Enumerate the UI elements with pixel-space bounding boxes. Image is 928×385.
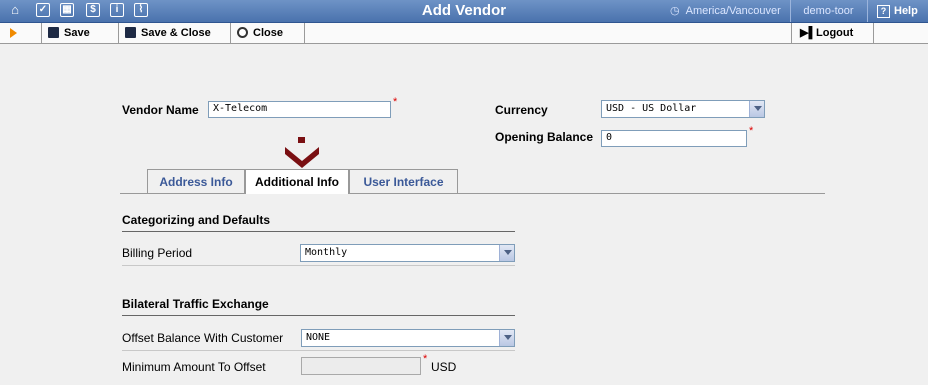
home-icon[interactable]: ⌂	[8, 3, 22, 17]
opening-balance-input[interactable]: 0	[601, 130, 747, 147]
close-button[interactable]: Close	[231, 23, 305, 43]
toolbar: Save Save & Close Close ▶▌ Logout	[0, 23, 928, 44]
help-link[interactable]: ? Help	[877, 0, 928, 22]
section-divider	[122, 231, 515, 232]
billing-period-select[interactable]: Monthly	[300, 244, 515, 262]
logout-icon: ▶▌	[800, 27, 817, 39]
info-icon[interactable]: i	[110, 3, 124, 17]
logout-button[interactable]: ▶▌ Logout	[791, 23, 874, 43]
vendor-name-label: Vendor Name	[122, 103, 199, 117]
min-amount-label: Minimum Amount To Offset	[122, 360, 266, 374]
tab-address-info[interactable]: Address Info	[147, 169, 245, 193]
header-bar: ⌂ ✓ ▦ $ i ⌇ Add Vendor ◷ America/Vancouve…	[0, 0, 928, 23]
user-link[interactable]: demo-toor	[790, 0, 868, 22]
save-button[interactable]: Save	[42, 23, 119, 43]
chevron-down-icon	[749, 101, 764, 117]
min-amount-input[interactable]	[301, 357, 421, 375]
close-icon	[237, 27, 248, 38]
currency-label: Currency	[495, 103, 548, 117]
grid-icon[interactable]: ▦	[60, 3, 74, 17]
section-title-bilateral: Bilateral Traffic Exchange	[122, 297, 269, 311]
play-icon	[10, 28, 17, 38]
floppy-close-icon	[125, 27, 136, 38]
dollar-icon[interactable]: $	[86, 3, 100, 17]
row-divider	[122, 265, 515, 266]
section-divider	[122, 315, 515, 316]
offset-balance-label: Offset Balance With Customer	[122, 331, 284, 345]
help-icon: ?	[877, 5, 890, 18]
tab-additional-info[interactable]: Additional Info	[245, 169, 349, 194]
clock-icon: ◷	[670, 5, 680, 17]
vendor-name-required: *	[393, 96, 398, 108]
opening-balance-required: *	[749, 125, 754, 137]
offset-balance-select[interactable]: NONE	[301, 329, 515, 347]
currency-select[interactable]: USD - US Dollar	[601, 100, 765, 118]
billing-period-label: Billing Period	[122, 246, 193, 260]
timezone-link[interactable]: ◷ America/Vancouver	[650, 0, 791, 22]
tab-user-interface[interactable]: User Interface	[349, 169, 458, 193]
save-close-button[interactable]: Save & Close	[119, 23, 231, 43]
arrow-down-icon	[283, 137, 321, 171]
opening-balance-label: Opening Balance	[495, 130, 594, 144]
floppy-icon	[48, 27, 59, 38]
checklist-icon[interactable]: ✓	[36, 3, 50, 17]
min-amount-unit: USD	[431, 360, 457, 374]
chart-icon[interactable]: ⌇	[134, 3, 148, 17]
chevron-down-icon	[499, 245, 514, 261]
chevron-down-icon	[499, 330, 514, 346]
section-title-categorizing: Categorizing and Defaults	[122, 213, 271, 227]
vendor-name-input[interactable]: X-Telecom	[208, 101, 391, 118]
min-amount-required: *	[423, 353, 428, 365]
toolbar-spacer	[0, 23, 42, 43]
row-divider	[122, 350, 515, 351]
